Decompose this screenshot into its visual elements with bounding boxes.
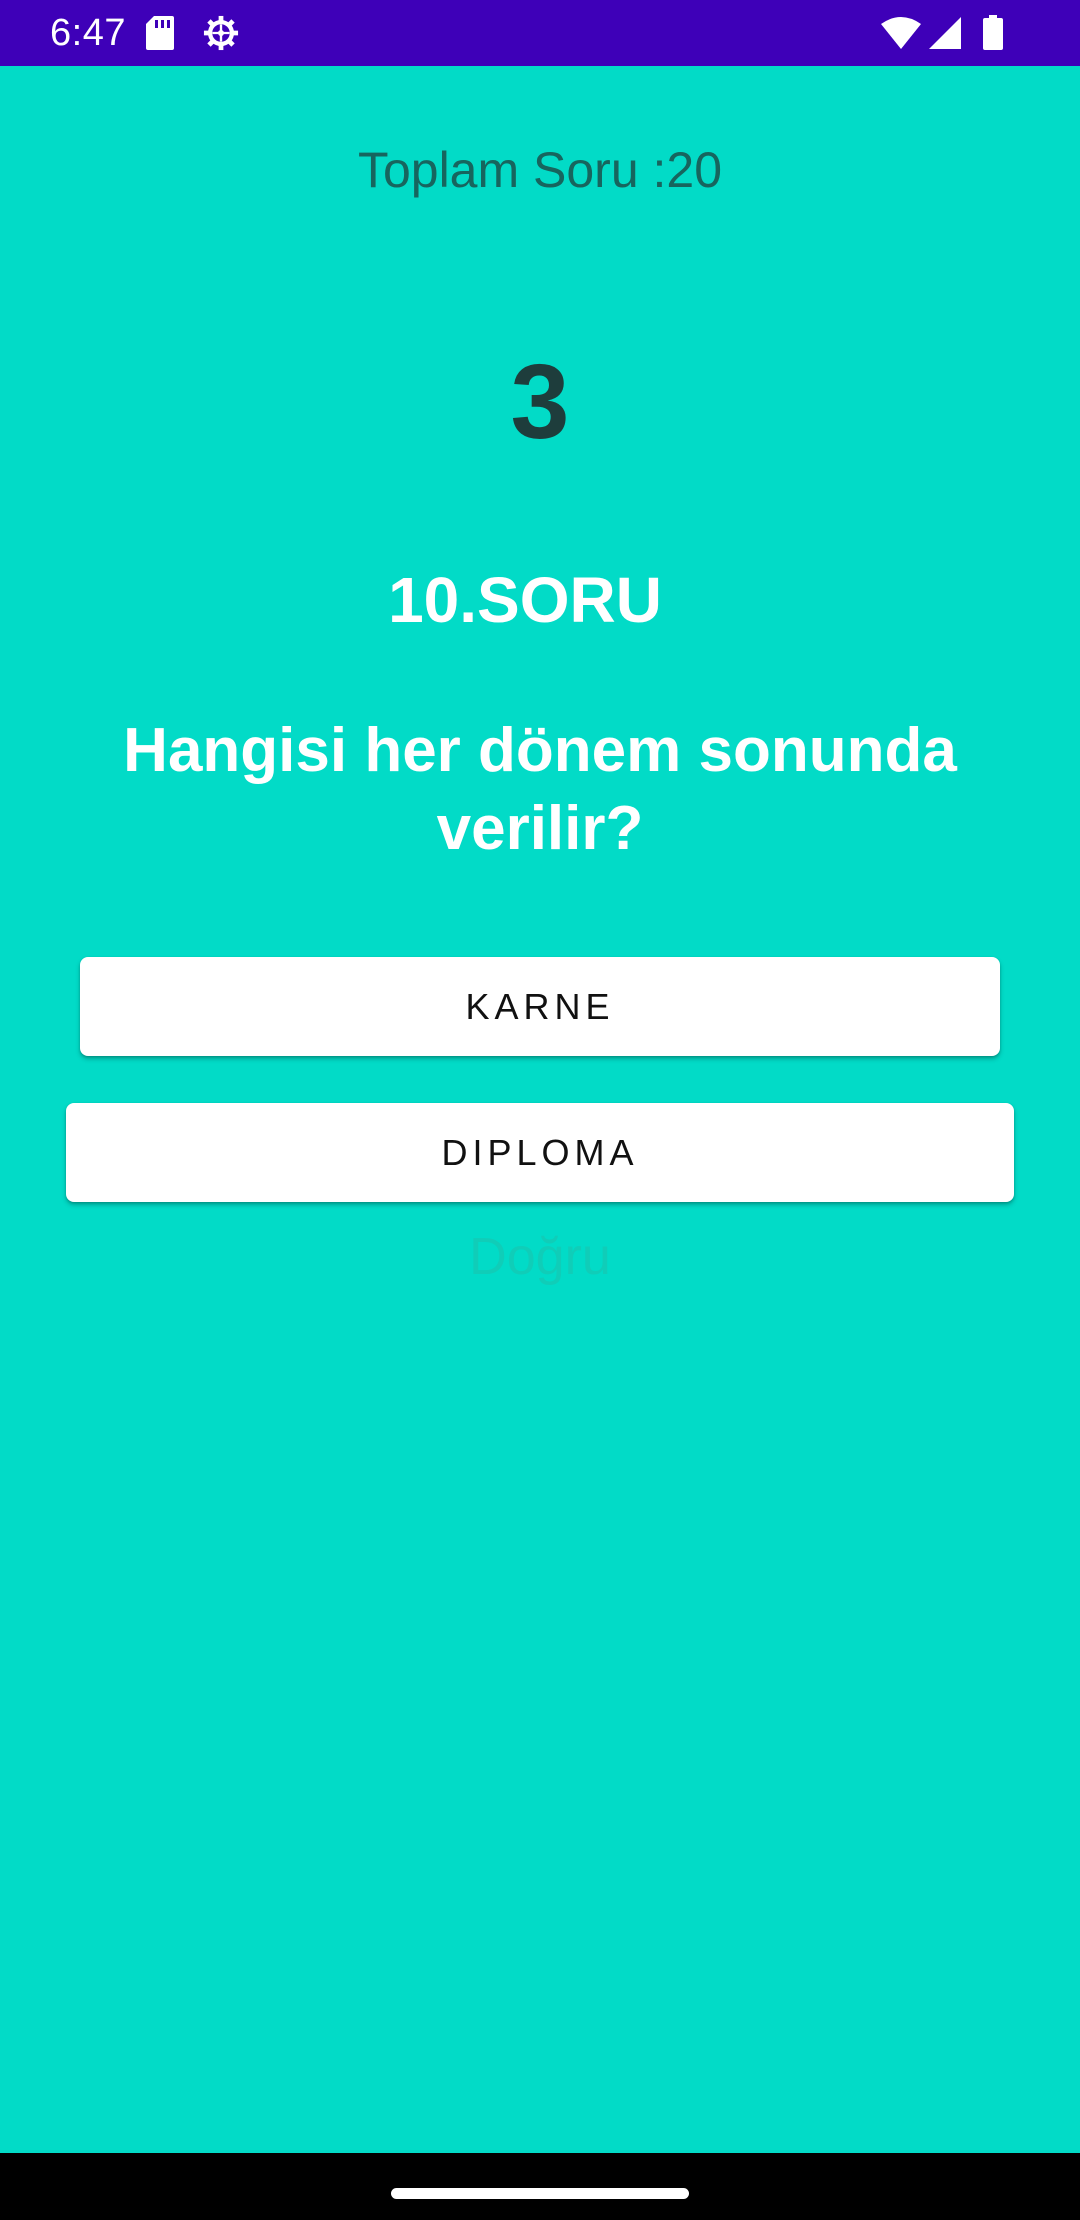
total-questions-label: Toplam Soru :20 <box>357 142 723 198</box>
question-number: 10.SORU <box>388 564 662 636</box>
signal-icon <box>929 17 961 49</box>
status-bar: 6:47 <box>0 0 1080 66</box>
battery-icon <box>983 15 1003 50</box>
navigation-bar <box>0 2153 1080 2220</box>
home-handle[interactable] <box>391 2188 689 2199</box>
sd-card-icon <box>146 16 174 50</box>
answer-button-diploma[interactable]: DIPLOMA <box>66 1103 1014 1202</box>
countdown-counter: 3 <box>510 343 570 461</box>
wifi-icon <box>881 17 921 49</box>
result-label: Doğru <box>469 1228 611 1286</box>
answer-button-karne[interactable]: KARNE <box>80 957 1000 1056</box>
question-text: Hangisi her dönem sonunda verilir? <box>123 716 957 863</box>
gear-icon <box>203 15 239 51</box>
status-time: 6:47 <box>50 12 126 54</box>
